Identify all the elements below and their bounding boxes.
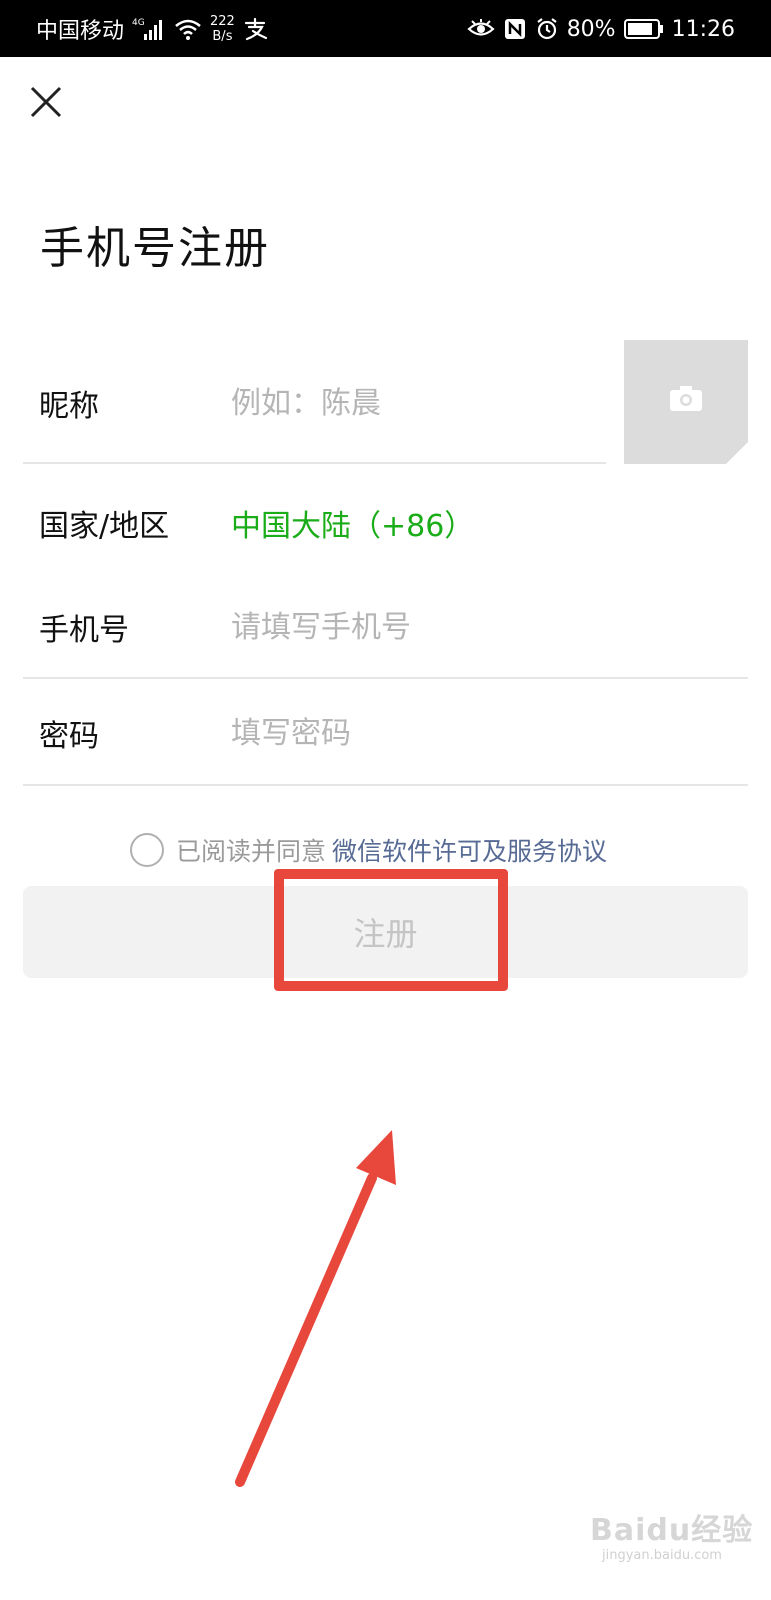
net-speed: 222 B/s: [210, 14, 235, 44]
avatar-corner-marker: [726, 442, 748, 464]
agreement-prefix: 已阅读并同意: [176, 837, 327, 866]
region-row[interactable]: 国家/地区 中国大陆（+86）: [23, 470, 748, 576]
password-row: 密码: [23, 680, 748, 786]
alipay-icon: [243, 17, 269, 41]
battery-percent: 80%: [566, 16, 616, 42]
agreement-link[interactable]: 微信软件许可及服务协议: [332, 832, 607, 868]
eye-icon: [467, 18, 495, 40]
password-divider: [23, 784, 748, 786]
status-left: 中国移动 4G 222 B/s: [36, 12, 269, 46]
nfc-icon: [503, 17, 527, 41]
phone-label: 手机号: [39, 613, 129, 648]
avatar-picker[interactable]: [624, 340, 748, 464]
close-button[interactable]: [24, 80, 68, 124]
svg-text:4G: 4G: [132, 18, 145, 28]
signal-icon: 4G: [132, 16, 166, 42]
password-label: 密码: [39, 719, 99, 754]
nickname-divider: [23, 462, 606, 464]
net-speed-unit: B/s: [212, 29, 233, 44]
wifi-icon: [174, 17, 202, 41]
watermark-sub: jingyan.baidu.com: [602, 1548, 722, 1563]
region-label: 国家/地区: [39, 509, 170, 544]
alarm-icon: [535, 17, 559, 41]
watermark: Baidu经验: [590, 1513, 754, 1548]
net-speed-value: 222: [210, 14, 235, 29]
status-right: 80% 11:26: [467, 12, 735, 46]
nickname-row: 昵称: [23, 350, 603, 456]
agreement-row: 已阅读并同意 微信软件许可及服务协议: [130, 830, 607, 870]
close-icon: [30, 86, 62, 118]
battery-icon: [623, 18, 664, 40]
status-bar: 中国移动 4G 222 B/s 80% 11:26: [0, 0, 771, 57]
camera-icon: [670, 386, 702, 411]
phone-divider: [23, 677, 748, 679]
region-value[interactable]: 中国大陆（+86）: [231, 501, 474, 545]
clock-time: 11:26: [671, 16, 735, 42]
phone-row: 手机号: [23, 574, 748, 680]
agree-radio[interactable]: [130, 833, 164, 867]
annotation-highlight-box: [274, 869, 508, 991]
password-input[interactable]: [231, 715, 711, 751]
nickname-label: 昵称: [39, 389, 99, 424]
carrier-name: 中国移动: [36, 19, 125, 44]
nickname-input[interactable]: [231, 385, 591, 421]
phone-input[interactable]: [231, 609, 711, 645]
page-title: 手机号注册: [40, 223, 270, 274]
